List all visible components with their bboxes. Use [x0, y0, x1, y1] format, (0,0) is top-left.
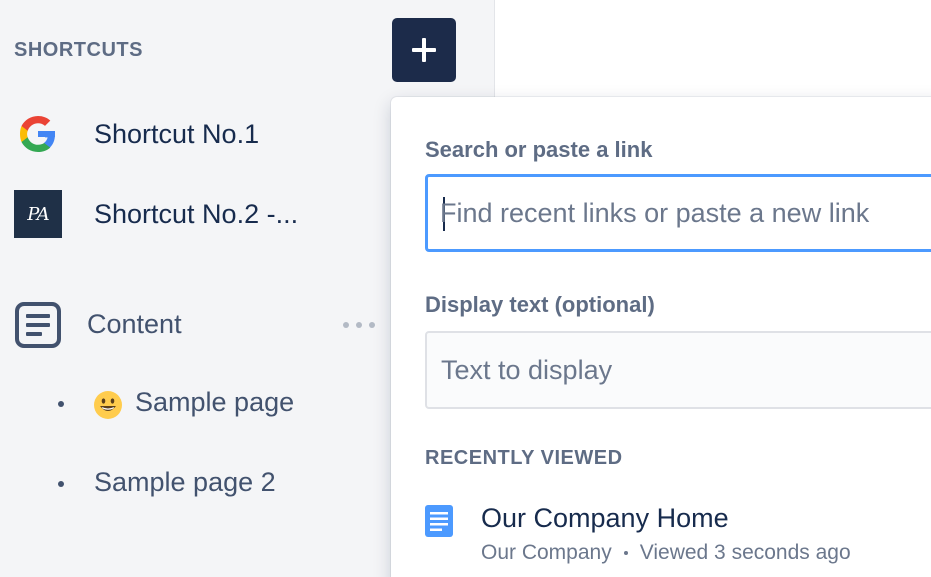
bullet-icon: [58, 401, 64, 407]
pa-logo-icon: PA: [14, 190, 62, 238]
link-popup: Search or paste a link Display text (opt…: [391, 97, 931, 577]
smiley-emoji-icon: [94, 391, 122, 419]
shortcut-label: Shortcut No.1: [94, 118, 260, 149]
shortcut-label: Shortcut No.2 -...: [94, 198, 299, 229]
page-item-label: Sample page 2: [94, 467, 276, 497]
search-input[interactable]: [440, 177, 931, 249]
recently-viewed-heading: RECENTLY VIEWED: [425, 447, 623, 469]
recent-item-meta: Our Company Viewed 3 seconds ago: [481, 541, 851, 565]
search-label: Search or paste a link: [425, 137, 653, 162]
search-field[interactable]: [425, 174, 931, 252]
recent-item-title: Our Company Home: [481, 503, 729, 533]
sidebar-divider: [494, 0, 495, 100]
sidebar-item-content[interactable]: Content: [0, 295, 390, 355]
sidebar-item-label: Content: [87, 309, 182, 339]
display-text-field[interactable]: [425, 331, 931, 409]
more-icon[interactable]: [340, 317, 380, 333]
page-item-sample-page-2[interactable]: Sample page 2: [0, 457, 390, 513]
page-icon: [425, 505, 453, 537]
recent-item-space: Our Company: [481, 541, 612, 564]
display-text-input[interactable]: [441, 333, 931, 407]
bullet-icon: [58, 481, 64, 487]
display-text-label: Display text (optional): [425, 292, 655, 317]
document-icon: [15, 302, 61, 348]
separator-dot: [623, 551, 628, 556]
page-item-label: Sample page: [135, 387, 295, 417]
shortcut-item-1[interactable]: Shortcut No.1: [0, 104, 390, 164]
recent-item-viewed: Viewed 3 seconds ago: [639, 541, 851, 564]
pa-logo-text: PA: [14, 190, 62, 238]
page-item-sample-page[interactable]: Sample page: [0, 377, 390, 433]
google-logo-icon: [14, 110, 62, 158]
shortcuts-heading: SHORTCUTS: [14, 39, 143, 61]
shortcut-item-2[interactable]: PA Shortcut No.2 -...: [0, 184, 390, 244]
plus-icon: [412, 38, 436, 62]
add-button[interactable]: [392, 18, 456, 82]
recent-item[interactable]: Our Company Home Our Company Viewed 3 sec…: [421, 497, 931, 577]
